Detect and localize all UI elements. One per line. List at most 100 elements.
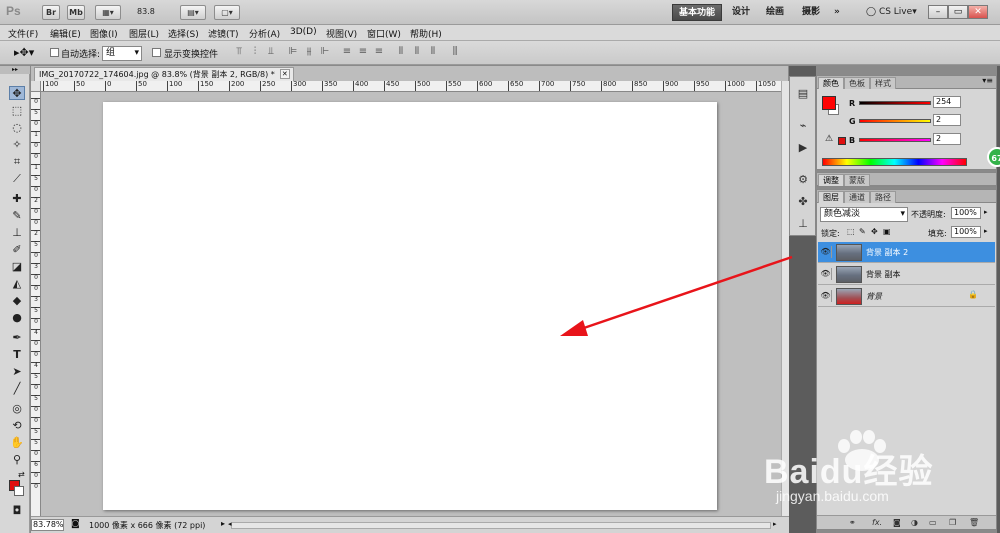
document-tab[interactable]: IMG_20170722_174604.jpg @ 83.8% (背景 副本 2…: [34, 67, 294, 81]
eyedropper-tool-icon[interactable]: ⟋: [9, 172, 25, 186]
tab-paths[interactable]: 路径: [870, 191, 896, 203]
workspace-painting[interactable]: 绘画: [760, 4, 790, 21]
green-slider[interactable]: [859, 119, 931, 123]
tab-layers[interactable]: 图层: [818, 191, 844, 203]
eraser-tool-icon[interactable]: ◪: [9, 260, 25, 274]
new-adjustment-icon[interactable]: ◑: [911, 518, 918, 527]
menu-window[interactable]: 窗口(W): [367, 27, 401, 40]
minimize-button[interactable]: –: [928, 5, 948, 19]
status-info-icon[interactable]: ◙: [71, 519, 80, 529]
eye-icon[interactable]: 👁: [820, 246, 832, 258]
background-color-swatch[interactable]: [14, 486, 24, 496]
bridge-button[interactable]: Br: [42, 5, 60, 20]
quick-select-tool-icon[interactable]: ✧: [9, 138, 25, 152]
layer-style-icon[interactable]: fx.: [872, 518, 882, 527]
tab-color[interactable]: 颜色: [818, 77, 844, 89]
fill-arrow-icon[interactable]: ▸: [984, 227, 988, 235]
align-right-icon[interactable]: ⊩: [318, 46, 332, 60]
lock-transparent-icon[interactable]: ⬚: [847, 227, 855, 236]
more-workspaces-button[interactable]: »: [828, 4, 846, 21]
move-tool-icon[interactable]: ✥: [9, 86, 25, 100]
type-tool-icon[interactable]: T: [9, 348, 25, 362]
align-left-icon[interactable]: ⊫: [286, 46, 300, 60]
link-layers-icon[interactable]: ⚭: [849, 518, 856, 527]
panel-menu-icon[interactable]: ▾≡: [982, 76, 993, 85]
zoom-tool-icon[interactable]: ⚲: [9, 453, 25, 467]
status-zoom-field[interactable]: 83.78%: [31, 519, 64, 531]
floating-badge[interactable]: 67: [987, 147, 1000, 167]
3d-orbit-tool-icon[interactable]: ⟲: [9, 419, 25, 433]
green-value-field[interactable]: 2: [933, 114, 961, 126]
menu-file[interactable]: 文件(F): [8, 27, 38, 40]
document-canvas[interactable]: [103, 102, 717, 510]
history-brush-tool-icon[interactable]: ✐: [9, 243, 25, 257]
history-panel-icon[interactable]: ▤: [796, 87, 810, 101]
path-select-tool-icon[interactable]: ➤: [9, 365, 25, 379]
distribute-right-icon[interactable]: ⦀: [426, 46, 440, 60]
horizontal-ruler[interactable]: 100 50 0 50 100 150 200 250 300 350 400 450 500 550 60…: [41, 81, 781, 92]
3d-rotate-tool-icon[interactable]: ◎: [9, 402, 25, 416]
workspace-design[interactable]: 设计: [726, 4, 756, 21]
workspace-photography[interactable]: 摄影: [796, 4, 826, 21]
layer-row[interactable]: 👁 背景 副本: [818, 264, 995, 285]
tab-masks[interactable]: 蒙版: [844, 174, 870, 186]
new-group-icon[interactable]: ▭: [929, 518, 937, 527]
distribute-hcenter-icon[interactable]: ⦀: [410, 46, 424, 60]
foreground-color-box[interactable]: [822, 96, 836, 110]
blue-value-field[interactable]: 2: [933, 133, 961, 145]
crop-tool-icon[interactable]: ⌗: [9, 155, 25, 169]
scroll-left-icon[interactable]: ◂: [228, 520, 232, 528]
layer-row[interactable]: 👁 背景 🔒: [818, 286, 995, 307]
fill-field[interactable]: 100%: [951, 226, 981, 238]
brush-tool-icon[interactable]: ✎: [9, 209, 25, 223]
menu-3d[interactable]: 3D(D): [290, 27, 317, 37]
cs-live-button[interactable]: ◯ CS Live▾: [860, 4, 923, 21]
brush-presets-icon[interactable]: ⌁: [796, 119, 810, 133]
distribute-top-icon[interactable]: ≡: [340, 46, 354, 60]
hand-tool-icon[interactable]: ✋: [9, 436, 25, 450]
character-panel-icon[interactable]: ✤: [796, 195, 810, 209]
delete-layer-icon[interactable]: 🗑: [969, 518, 979, 527]
adjustments-dock-icon[interactable]: ⚙: [796, 173, 810, 187]
actions-panel-icon[interactable]: ▶: [796, 141, 810, 155]
view-extras-button[interactable]: ▦▾: [95, 5, 121, 20]
lock-image-icon[interactable]: ✎: [859, 227, 866, 236]
screen-mode-button[interactable]: ▢▾: [214, 5, 240, 20]
lasso-tool-icon[interactable]: ◌: [9, 121, 25, 135]
workspace-essentials[interactable]: 基本功能: [672, 4, 723, 21]
marquee-tool-icon[interactable]: ⬚: [9, 104, 25, 118]
tab-styles[interactable]: 样式: [870, 77, 896, 89]
tab-channels[interactable]: 通道: [844, 191, 870, 203]
gamut-color-swatch[interactable]: [838, 137, 846, 145]
auto-select-dropdown[interactable]: 组 ▾: [102, 46, 142, 61]
blur-tool-icon[interactable]: ◆: [9, 294, 25, 308]
align-top-icon[interactable]: ⫪: [232, 46, 246, 60]
blue-slider[interactable]: [859, 138, 931, 142]
eye-icon[interactable]: 👁: [820, 290, 832, 302]
opacity-arrow-icon[interactable]: ▸: [984, 208, 988, 216]
menu-filter[interactable]: 滤镜(T): [208, 27, 239, 40]
dodge-tool-icon[interactable]: ●: [9, 311, 25, 325]
tools-collapse-icon[interactable]: ▸▸: [0, 66, 30, 74]
arrange-documents-button[interactable]: ▤▾: [180, 5, 206, 20]
blend-mode-dropdown[interactable]: 颜色减淡 ▾: [820, 207, 908, 222]
close-document-icon[interactable]: ✕: [279, 69, 290, 79]
align-bottom-icon[interactable]: ⫫: [264, 46, 278, 60]
new-layer-icon[interactable]: ❐: [949, 518, 956, 527]
layer-row[interactable]: 👁 背景 副本 2: [818, 242, 995, 263]
red-value-field[interactable]: 254: [933, 96, 961, 108]
quick-mask-icon[interactable]: ◘: [9, 504, 25, 518]
menu-layer[interactable]: 图层(L): [129, 27, 159, 40]
move-tool-preset-icon[interactable]: ▸✥▾: [14, 46, 34, 59]
menu-select[interactable]: 选择(S): [168, 27, 199, 40]
close-button[interactable]: ✕: [968, 5, 988, 19]
swap-colors-icon[interactable]: ⇄: [18, 470, 25, 479]
lock-all-icon[interactable]: ▣: [883, 227, 891, 236]
mini-bridge-button[interactable]: Mb: [67, 5, 85, 20]
paint-bucket-tool-icon[interactable]: ◭: [9, 277, 25, 291]
color-spectrum-ramp[interactable]: [822, 158, 967, 166]
tab-swatches[interactable]: 色板: [844, 77, 870, 89]
tab-adjustments[interactable]: 调整: [818, 174, 844, 186]
clone-source-icon[interactable]: ⊥: [796, 217, 810, 231]
restore-button[interactable]: ▭: [948, 5, 968, 19]
